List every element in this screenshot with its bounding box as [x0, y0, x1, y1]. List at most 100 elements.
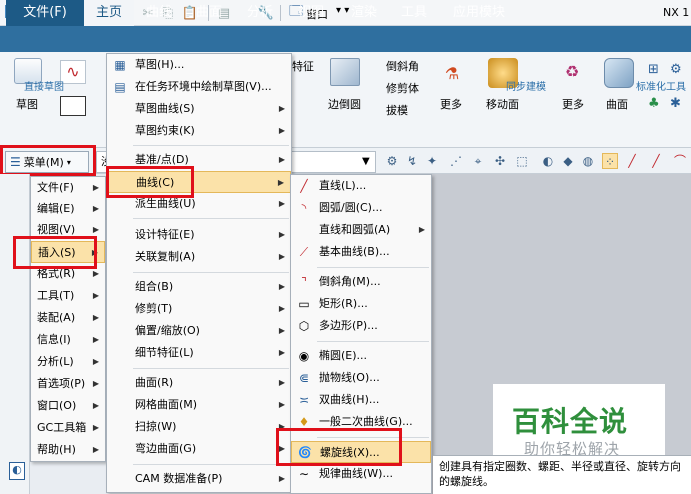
- menu-item-design-feature[interactable]: 设计特征(E) ▶: [107, 224, 291, 246]
- chamfer-button[interactable]: 倒斜角: [370, 58, 419, 74]
- menu-item-help[interactable]: 帮助(H) ▶: [31, 439, 105, 461]
- snap-icon[interactable]: ↯: [404, 153, 420, 169]
- tab-surface[interactable]: 曲面: [190, 0, 228, 26]
- menu-item-ellipse[interactable]: ◉ 椭圆(E)...: [291, 345, 431, 367]
- menu-item-sweep[interactable]: 扫掠(W) ▶: [107, 416, 291, 438]
- menu-separator: [317, 267, 429, 268]
- tab-view[interactable]: 视图: [292, 0, 330, 26]
- conic-icon: ♦: [298, 415, 310, 429]
- edge-blend-icon[interactable]: [330, 58, 360, 86]
- snap-icon[interactable]: ⚙: [384, 153, 400, 169]
- snap-icon[interactable]: ✣: [492, 153, 508, 169]
- highlight-box-curve: [106, 166, 194, 198]
- view-icon[interactable]: ◐: [540, 153, 556, 169]
- menu-item-chamfer[interactable]: ⌝ 倒斜角(M)...: [291, 271, 431, 293]
- app-title: NX 1: [663, 6, 690, 19]
- basic-curve-icon: ⟋: [299, 245, 309, 259]
- rectangle-tool-icon[interactable]: [60, 96, 86, 116]
- menu-item-sketch-in-task[interactable]: ▤ 在任务环境中绘制草图(V)...: [107, 76, 291, 98]
- menu-item-preferences[interactable]: 首选项(P) ▶: [31, 373, 105, 395]
- helix-tooltip: 创建具有指定圈数、螺距、半径或直径、旋转方向的螺旋线。: [433, 455, 691, 494]
- tab-tools[interactable]: 工具: [395, 0, 433, 26]
- edge-blend-label[interactable]: 边倒圆: [328, 96, 361, 112]
- menu-item-edit[interactable]: 编辑(E) ▶: [31, 198, 105, 220]
- sync-more-icon[interactable]: ♻: [560, 62, 584, 86]
- menu-item-line-and-arc[interactable]: 直线和圆弧(A) ▶: [291, 219, 431, 241]
- arc-snap-icon[interactable]: ⌒: [672, 153, 688, 169]
- rectangle-icon: ▭: [298, 297, 310, 311]
- menu-item-info[interactable]: 信息(I) ▶: [31, 329, 105, 351]
- point-snap-icon[interactable]: ⁘: [602, 153, 618, 169]
- menu-item-gc-toolbox[interactable]: GC工具箱 ▶: [31, 417, 105, 439]
- sketch-task-icon: ▤: [114, 80, 126, 94]
- menu-item-sketch[interactable]: ▦ 草图(H)...: [107, 54, 291, 76]
- draft-button[interactable]: 拔模: [370, 102, 408, 118]
- menu-item-sketch-curve[interactable]: 草图曲线(S) ▶: [107, 98, 291, 120]
- trim-body-button[interactable]: 修剪体: [370, 80, 419, 96]
- highlight-box-menu-button: [0, 145, 96, 176]
- more-label-2[interactable]: 更多: [562, 96, 584, 112]
- more-label-1[interactable]: 更多: [440, 96, 462, 112]
- menu-item-sketch-constraint[interactable]: 草图约束(K) ▶: [107, 120, 291, 142]
- menu-item-line[interactable]: ╱ 直线(L)...: [291, 175, 431, 197]
- menu-separator: [133, 145, 289, 146]
- menu-item-offset-scale[interactable]: 偏置/缩放(O) ▶: [107, 320, 291, 342]
- view-icon[interactable]: ◍: [580, 153, 596, 169]
- menu-item-assembly[interactable]: 装配(A) ▶: [31, 307, 105, 329]
- move-face-label[interactable]: 移动面: [486, 96, 519, 112]
- snap-icon[interactable]: ⌖: [470, 153, 486, 169]
- standard-tool-icon[interactable]: ⊞: [648, 62, 664, 78]
- surface-label[interactable]: 曲面: [606, 96, 628, 112]
- menu-item-cam-data-prep[interactable]: CAM 数据准备(P) ▶: [107, 468, 291, 490]
- toolbar-divider: [280, 5, 281, 21]
- resource-bar-icon[interactable]: ◐: [9, 462, 25, 480]
- more-features-icon[interactable]: ⚗: [440, 64, 464, 88]
- snap-icon[interactable]: ⋰: [448, 153, 464, 169]
- sketch-icon: ▦: [114, 58, 126, 72]
- tab-render[interactable]: 渲染: [345, 0, 383, 26]
- menu-item-associative-copy[interactable]: 关联复制(A) ▶: [107, 246, 291, 268]
- tab-curve[interactable]: 曲线: [140, 0, 178, 26]
- menu-separator: [133, 368, 289, 369]
- menu-item-arc-circle[interactable]: ◝ 圆弧/圆(C)...: [291, 197, 431, 219]
- view-icon[interactable]: ◆: [560, 153, 576, 169]
- menu-item-mesh-surface[interactable]: 网格曲面(M) ▶: [107, 394, 291, 416]
- line-snap-icon[interactable]: ╱: [624, 153, 640, 169]
- highlight-box-helix: [276, 428, 402, 466]
- resource-bar: [0, 174, 30, 494]
- tab-home[interactable]: 主页: [84, 0, 134, 26]
- line-snap-icon[interactable]: ╱: [648, 153, 664, 169]
- tab-file[interactable]: 文件(F): [6, 0, 84, 26]
- menu-item-window[interactable]: 窗口(O) ▶: [31, 395, 105, 417]
- tab-app-modules[interactable]: 应用模块: [447, 0, 511, 26]
- menu-item-tools[interactable]: 工具(T) ▶: [31, 285, 105, 307]
- filter-dropdown-icon[interactable]: ▼: [362, 151, 370, 173]
- sketch-label[interactable]: 草图: [16, 96, 38, 112]
- menu-item-detail-feature[interactable]: 细节特征(L) ▶: [107, 342, 291, 364]
- arc-icon: ◝: [301, 201, 307, 215]
- tab-analysis[interactable]: 分析: [241, 0, 279, 26]
- surface-icon[interactable]: [604, 58, 634, 88]
- law-curve-icon: ∼: [298, 467, 310, 481]
- menu-item-flange-surface[interactable]: 弯边曲面(G) ▶: [107, 438, 291, 460]
- menu-item-law-curve[interactable]: ∼ 规律曲线(W)...: [291, 463, 431, 485]
- standard-tool-icon[interactable]: ♣: [648, 96, 664, 112]
- menu-item-file[interactable]: 文件(F) ▶: [31, 177, 105, 199]
- snap-icon[interactable]: ✦: [424, 153, 440, 169]
- snap-icon[interactable]: ⬚: [514, 153, 530, 169]
- menu-item-rectangle[interactable]: ▭ 矩形(R)...: [291, 293, 431, 315]
- menu-item-trim[interactable]: 修剪(T) ▶: [107, 298, 291, 320]
- menu-item-parabola[interactable]: ⋐ 抛物线(O)...: [291, 367, 431, 389]
- chamfer-icon: ⌝: [301, 275, 307, 289]
- menu-item-hyperbola[interactable]: ≍ 双曲线(H)...: [291, 389, 431, 411]
- ribbon-tab-bar: [0, 26, 691, 52]
- standard-tool-icon[interactable]: ⚙: [670, 62, 686, 78]
- menu-item-combine[interactable]: 组合(B) ▶: [107, 276, 291, 298]
- menu-item-polygon[interactable]: ⬡ 多边形(P)...: [291, 315, 431, 337]
- hyperbola-icon: ≍: [298, 393, 310, 407]
- standard-tool-icon[interactable]: ✱: [670, 96, 686, 112]
- menu-item-basic-curve[interactable]: ⟋ 基本曲线(B)...: [291, 241, 431, 263]
- menu-item-surface[interactable]: 曲面(R) ▶: [107, 372, 291, 394]
- menu-item-analysis[interactable]: 分析(L) ▶: [31, 351, 105, 373]
- menu-separator: [317, 341, 429, 342]
